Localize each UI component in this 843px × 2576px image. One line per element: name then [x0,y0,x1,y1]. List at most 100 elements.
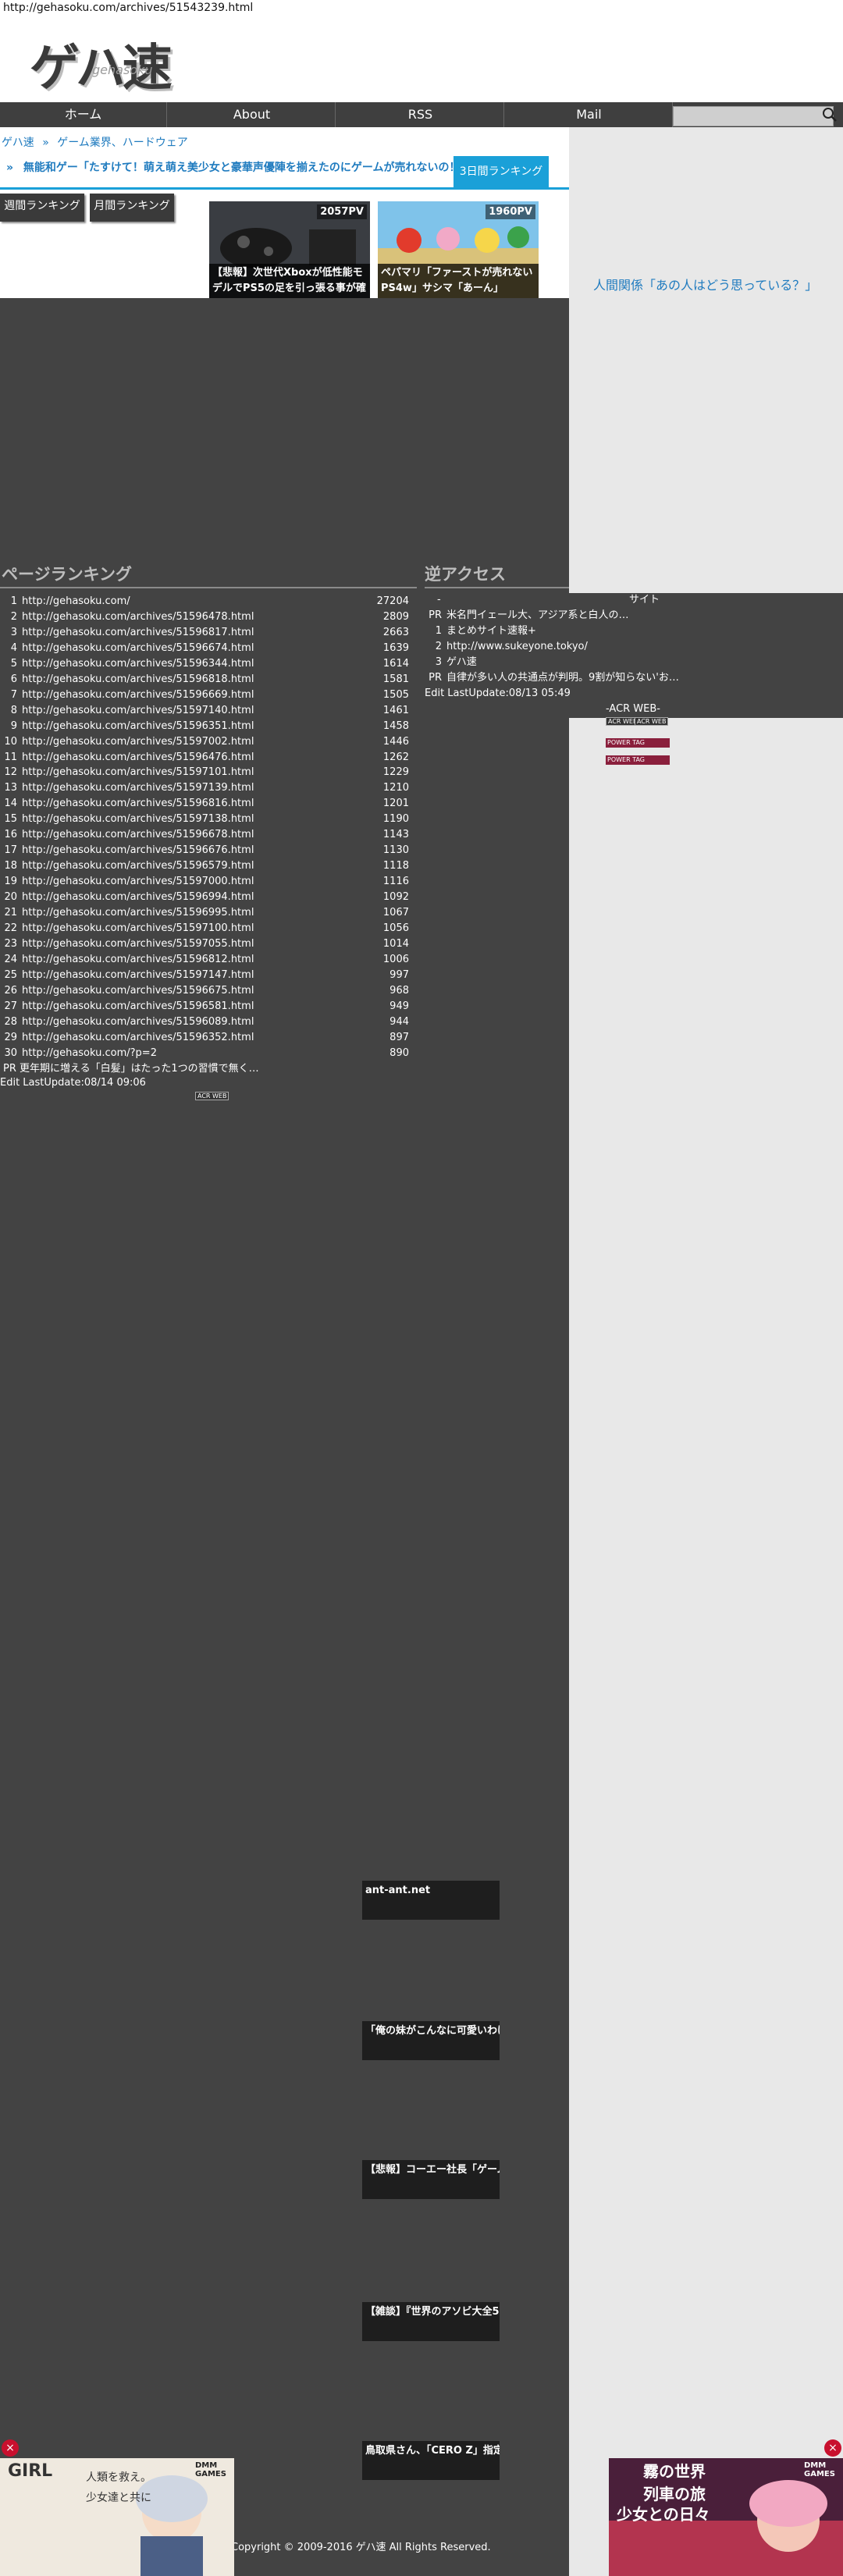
page-ranking-row[interactable]: 15 http://gehasoku.com/archives/51597138.… [0,812,409,826]
rank-url[interactable]: http://gehasoku.com/archives/51596351.ht… [22,720,254,732]
page-ranking-row[interactable]: 7 http://gehasoku.com/archives/51596669.h… [0,688,409,702]
ad-left-close-icon[interactable]: × [2,2439,19,2457]
rank-url[interactable]: http://gehasoku.com/archives/51597000.ht… [22,876,254,887]
rank-url[interactable]: http://gehasoku.com/archives/51596812.ht… [22,954,254,965]
page-ranking-row[interactable]: 1 http://gehasoku.com/27204 [0,595,409,609]
reverse-access-text[interactable]: ゲハ速 [446,656,477,668]
nav-home[interactable]: ホーム [0,102,167,127]
reverse-access-row[interactable]: PR 米名門イェール大、アジア系と白人の… [425,609,628,623]
power-tag-badge-1[interactable]: POWER TAG [606,738,670,748]
page-ranking-row[interactable]: 18 http://gehasoku.com/archives/51596579.… [0,859,409,873]
page-ranking-row[interactable]: 10 http://gehasoku.com/archives/51597002.… [0,735,409,749]
rank-url[interactable]: http://gehasoku.com/archives/51596344.ht… [22,658,254,670]
page-ranking-row[interactable]: 8 http://gehasoku.com/archives/51597140.h… [0,704,409,718]
reverse-access-row[interactable]: 2 http://www.sukeyone.tokyo/ [425,640,588,654]
side-card-2[interactable]: 「俺の妹がこんなに可愛いわけがない(15) 黒猫if 上」表紙絵＆あらすじ [362,2021,500,2060]
page-ranking-row[interactable]: 20 http://gehasoku.com/archives/51596994.… [0,890,409,904]
page-ranking-row[interactable]: 9 http://gehasoku.com/archives/51596351.h… [0,720,409,734]
side-card-1[interactable]: ant-ant.net [362,1881,500,1920]
nav-about[interactable]: About [169,102,336,127]
rank-url[interactable]: http://gehasoku.com/archives/51596089.ht… [22,1016,254,1028]
rank-url[interactable]: http://gehasoku.com/archives/51597055.ht… [22,938,254,950]
ad-right-close-icon[interactable]: × [824,2439,841,2457]
page-ranking-row[interactable]: 28 http://gehasoku.com/archives/51596089.… [0,1015,409,1029]
reverse-access-row[interactable]: PR 自律が多い人の共通点が判明。9割が知らない'お… [425,671,679,685]
page-ranking-row[interactable]: 25 http://gehasoku.com/archives/51597147.… [0,968,409,982]
ranking-thumb-2[interactable]: 1960PV ペパマリ「ファーストが売れないPS4w」サシマ「あーん」 [378,201,539,298]
breadcrumb-category[interactable]: ゲーム業界、ハードウェア [57,137,188,149]
rank-url[interactable]: http://gehasoku.com/archives/51596581.ht… [22,1000,254,1012]
side-card-4[interactable]: 【雑談】『世界のアソビ大全51』みんなでおすすめのアソビを教えて [362,2302,500,2341]
page-ranking-row[interactable]: 5 http://gehasoku.com/archives/51596344.h… [0,657,409,671]
rank-url[interactable]: http://gehasoku.com/archives/51596816.ht… [22,798,254,809]
reverse-access-text[interactable]: 自律が多い人の共通点が判明。9割が知らない'お… [446,672,679,684]
rank-url[interactable]: http://gehasoku.com/ [22,595,130,607]
side-card-5[interactable]: 鳥取県さん、「CERO Z」指定ソフト購入を防止するため一部店舗 [362,2441,500,2480]
page-ranking-row[interactable]: 11 http://gehasoku.com/archives/51596476.… [0,751,409,765]
reverse-access-row[interactable]: 1 まとめサイト速報+ [425,624,536,638]
page-ranking-row[interactable]: 30 http://gehasoku.com/?p=2 890 [0,1046,409,1061]
rank-url[interactable]: http://gehasoku.com/archives/51597147.ht… [22,969,254,981]
tab-weekly-ranking[interactable]: 週間ランキング [0,194,84,222]
rank-url[interactable]: http://gehasoku.com/archives/51597138.ht… [22,813,254,825]
search-input[interactable] [673,106,834,126]
rank-url[interactable]: http://gehasoku.com/archives/51596678.ht… [22,829,254,840]
rank-url[interactable]: http://gehasoku.com/archives/51596818.ht… [22,673,254,685]
page-ranking-row[interactable]: 4 http://gehasoku.com/archives/51596674.h… [0,641,409,656]
page-ranking-row[interactable]: 24 http://gehasoku.com/archives/51596812.… [0,953,409,967]
reverse-access-text[interactable]: 米名門イェール大、アジア系と白人の… [446,609,628,621]
page-ranking-row[interactable]: 23 http://gehasoku.com/archives/51597055.… [0,937,409,951]
rank-url[interactable]: http://gehasoku.com/archives/51596476.ht… [22,751,254,763]
rank-url[interactable]: http://gehasoku.com/archives/51597002.ht… [22,736,254,748]
tab-three-day-ranking[interactable]: 3日間ランキング [454,156,549,187]
page-ranking-row[interactable]: 19 http://gehasoku.com/archives/51597000.… [0,875,409,889]
rank-url[interactable]: http://gehasoku.com/archives/51597139.ht… [22,782,254,794]
rank-url[interactable]: http://gehasoku.com/archives/51596674.ht… [22,642,254,654]
rank-url[interactable]: http://gehasoku.com/archives/51596352.ht… [22,1032,254,1043]
page-ranking-row[interactable]: 22 http://gehasoku.com/archives/51597100.… [0,922,409,936]
page-ranking-pr[interactable]: PR 更年期に増える「白髪」はたった1つの習慣で無く… [3,1062,259,1076]
page-ranking-row[interactable]: 16 http://gehasoku.com/archives/51596678.… [0,828,409,842]
rank-url[interactable]: http://gehasoku.com/archives/51597101.ht… [22,766,254,778]
rank-url[interactable]: http://gehasoku.com/archives/51596995.ht… [22,907,254,918]
power-tag-badge-2[interactable]: POWER TAG [606,755,670,765]
rank-url[interactable]: http://gehasoku.com/archives/51596675.ht… [22,985,254,997]
site-logo[interactable]: ゲハ速 gehasoku [30,23,208,98]
nav-mail[interactable]: Mail [506,102,673,127]
page-ranking-row[interactable]: 12 http://gehasoku.com/archives/51597101.… [0,766,409,780]
page-ranking-row[interactable]: 17 http://gehasoku.com/archives/51596676.… [0,844,409,858]
reverse-access-text[interactable]: http://www.sukeyone.tokyo/ [446,641,588,652]
reverse-access-text[interactable]: まとめサイト速報+ [446,625,536,637]
sidebar-article-link[interactable]: 人間関係「あの人はどう思っている？」 [593,275,817,293]
rank-url[interactable]: http://gehasoku.com/archives/51596817.ht… [22,627,254,638]
ad-right[interactable]: DMM GAMES 霧の世界 列車の旅 少女との日々 [609,2458,843,2576]
search-icon[interactable] [821,106,838,123]
rank-url[interactable]: http://gehasoku.com/archives/51596579.ht… [22,860,254,872]
page-ranking-row[interactable]: 26 http://gehasoku.com/archives/51596675.… [0,984,409,998]
page-ranking-row[interactable]: 29 http://gehasoku.com/archives/51596352.… [0,1031,409,1045]
rank-url[interactable]: http://gehasoku.com/archives/51597100.ht… [22,922,254,934]
rank-url[interactable]: http://gehasoku.com/archives/51597140.ht… [22,705,254,716]
page-ranking-row[interactable]: 27 http://gehasoku.com/archives/51596581.… [0,1000,409,1014]
breadcrumb-home[interactable]: ゲハ速 [2,137,34,149]
acr-badge-2[interactable]: ACR WEB [635,717,669,726]
page-ranking-row[interactable]: 6 http://gehasoku.com/archives/51596818.h… [0,673,409,687]
article-title-link[interactable]: 無能和ゲー「たすけて！萌え萌え美少女と豪華声優陣を揃えたのにゲームが売れないの！… [23,162,471,174]
page-ranking-row[interactable]: 14 http://gehasoku.com/archives/51596816.… [0,797,409,811]
rank-url[interactable]: http://gehasoku.com/?p=2 [22,1047,157,1059]
page-ranking-row[interactable]: 21 http://gehasoku.com/archives/51596995.… [0,906,409,920]
rank-url[interactable]: http://gehasoku.com/archives/51596676.ht… [22,844,254,856]
ad-left[interactable]: DMM GAMES GIRL 人類を救え。 少女達と共に [0,2458,234,2576]
tab-monthly-ranking[interactable]: 月間ランキング [90,194,174,222]
reverse-access-row[interactable]: 3 ゲハ速 [425,656,477,670]
rank-url[interactable]: http://gehasoku.com/archives/51596478.ht… [22,611,254,623]
acr-badge[interactable]: ACR WEB [195,1092,229,1100]
page-ranking-row[interactable]: 3 http://gehasoku.com/archives/51596817.h… [0,626,409,640]
rank-url[interactable]: http://gehasoku.com/archives/51596994.ht… [22,891,254,903]
page-ranking-row[interactable]: 13 http://gehasoku.com/archives/51597139.… [0,781,409,795]
page-ranking-row[interactable]: 2 http://gehasoku.com/archives/51596478.h… [0,610,409,624]
side-card-3[interactable]: 【悲報】コーエー社長「ゲーム画面だけ見るゲーマーが増えてる」 [362,2160,500,2199]
acr-web-label[interactable]: -ACR WEB- [606,702,660,716]
nav-rss[interactable]: RSS [337,102,504,127]
ranking-thumb-1[interactable]: 2057PV 【悲報】次世代Xboxが低性能モデルでPS5の足を引っ張る事が確 [209,201,370,298]
